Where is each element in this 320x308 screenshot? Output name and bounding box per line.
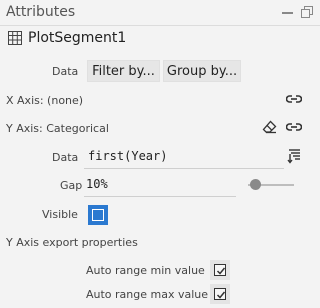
filter-by-button[interactable]: Filter by...	[87, 60, 160, 82]
visible-checkbox[interactable]	[88, 205, 108, 225]
y-data-underline	[84, 168, 284, 169]
y-axis-link-icon[interactable]	[286, 121, 302, 133]
check-icon	[214, 288, 226, 300]
header-divider	[0, 25, 320, 26]
y-axis-label: Y Axis: Categorical	[6, 122, 109, 135]
check-icon	[214, 264, 226, 276]
x-axis-label: X Axis: (none)	[6, 94, 84, 107]
auto-min-checkbox[interactable]	[210, 260, 230, 280]
gap-underline	[84, 196, 236, 197]
data-label: Data	[52, 65, 79, 78]
visible-label: Visible	[42, 208, 78, 221]
restore-icon[interactable]	[301, 6, 313, 18]
visible-checkbox-indicator	[92, 209, 104, 221]
sort-icon[interactable]	[287, 148, 301, 164]
gap-slider-thumb[interactable]	[250, 179, 261, 190]
minimize-icon[interactable]	[282, 12, 293, 14]
segment-name: PlotSegment1	[28, 30, 127, 46]
gap-label: Gap	[60, 179, 83, 192]
x-axis-link-icon[interactable]	[286, 93, 302, 105]
y-data-label: Data	[52, 151, 79, 164]
table-icon	[8, 31, 22, 45]
panel-title: Attributes	[6, 4, 76, 20]
gap-value[interactable]: 10%	[86, 177, 108, 191]
auto-max-label: Auto range max value	[86, 288, 209, 301]
panel-header: Attributes	[0, 0, 320, 26]
segment-title-row: PlotSegment1	[8, 30, 126, 46]
eraser-icon[interactable]	[262, 120, 277, 134]
auto-max-checkbox[interactable]	[210, 284, 230, 304]
auto-min-label: Auto range min value	[86, 264, 205, 277]
y-data-value[interactable]: first(Year)	[88, 149, 167, 163]
group-by-button[interactable]: Group by...	[163, 60, 241, 82]
export-section-title: Y Axis export properties	[6, 236, 138, 249]
